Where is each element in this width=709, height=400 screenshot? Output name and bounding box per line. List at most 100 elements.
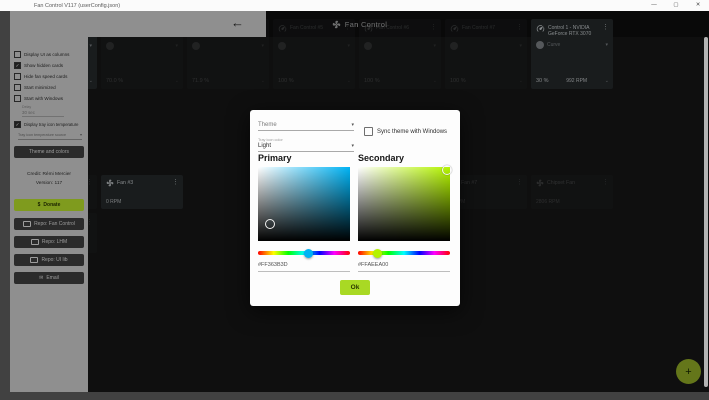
delay-value[interactable]: 30 sec — [22, 109, 64, 117]
option-hide-fan-speed-cards[interactable]: Hide fan speed cards — [10, 71, 88, 82]
button-label: Theme and colors — [28, 149, 70, 155]
button-label: Repo: Fan Control — [34, 221, 75, 227]
option-show-hidden-cards[interactable]: ✓ Show hidden cards — [10, 60, 88, 71]
card-title: Control 1 - NVIDIA GeForce RTX 3070 — [548, 25, 592, 38]
repo-lhm-button[interactable]: Repo: LHM — [14, 236, 84, 248]
option-label: Display tray icon temperature — [24, 122, 79, 127]
mode-select[interactable]: Curve — [547, 42, 602, 48]
checkbox[interactable] — [14, 73, 21, 80]
expand-icon[interactable]: ⌄ — [261, 78, 265, 84]
percent-value: 100 % — [364, 78, 380, 84]
kebab-menu-icon[interactable]: ⋮ — [172, 179, 179, 187]
theme-select[interactable]: Theme ▾ — [258, 122, 354, 131]
kebab-menu-icon[interactable]: ⋮ — [430, 24, 437, 32]
toggle-circle[interactable] — [364, 42, 372, 50]
donate-button[interactable]: $ Donate — [14, 199, 84, 211]
chevron-down-icon: ▾ — [79, 132, 82, 137]
percent-value: 30 % — [536, 78, 549, 84]
theme-and-colors-button[interactable]: Theme and colors — [14, 146, 84, 158]
toggle-circle[interactable] — [192, 42, 200, 50]
envelope-icon: ✉ — [39, 275, 44, 281]
toggle-circle[interactable] — [536, 40, 544, 49]
add-fab-button[interactable]: + — [676, 359, 701, 384]
secondary-hue-slider[interactable] — [358, 248, 450, 258]
button-label: Repo: UI lib — [41, 257, 68, 263]
kebab-menu-icon[interactable]: ⋮ — [602, 179, 609, 187]
kebab-menu-icon[interactable]: ⋮ — [516, 179, 523, 187]
card-title: Fan Control #7 — [462, 25, 496, 31]
monitor-icon — [30, 257, 39, 263]
minimize-button[interactable]: — — [643, 0, 665, 11]
option-display-ui-columns[interactable]: Display UI as columns — [10, 49, 88, 60]
fan-card-hidden[interactable]: Chipset Fan ⋮ 2806 RPM — [531, 175, 613, 209]
expand-icon[interactable]: ⌄ — [519, 78, 523, 84]
chevron-down-icon: ▾ — [89, 43, 92, 49]
button-label: Email — [46, 275, 59, 281]
expand-icon[interactable]: ⌄ — [433, 78, 437, 84]
maximize-button[interactable]: ▢ — [665, 0, 687, 11]
kebab-menu-icon[interactable]: ⋮ — [344, 24, 351, 32]
tray-icon-color-select[interactable]: Light ▾ — [258, 143, 354, 152]
delay-select[interactable]: Delay 30 sec — [22, 105, 80, 117]
checkbox-checked[interactable]: ✓ — [14, 121, 21, 128]
settings-panel-header: ← — [10, 11, 266, 37]
checkbox-checked[interactable]: ✓ — [14, 62, 21, 69]
repo-ui-lib-button[interactable]: Repo: UI lib — [14, 254, 84, 266]
option-start-with-windows[interactable]: Start with Windows — [10, 93, 88, 104]
gauge-icon — [536, 24, 545, 33]
control-card-hidden[interactable]: Fan Control #7 ⋮ ▾ 100 % ⌄ — [445, 19, 527, 89]
secondary-hue-thumb[interactable] — [372, 248, 382, 258]
option-label: Show hidden cards — [24, 63, 64, 68]
checkbox[interactable] — [14, 51, 21, 58]
tray-source-label: Tray icon temperature source — [18, 132, 67, 137]
secondary-hex-input[interactable]: #FFAEEA00 — [358, 262, 450, 272]
control-card-hidden[interactable]: Fan Control #5 ⋮ ▾ 100 % ⌄ — [273, 19, 355, 89]
toggle-circle[interactable] — [106, 42, 114, 50]
primary-hue-slider[interactable] — [258, 248, 350, 258]
expand-icon[interactable]: ⌄ — [347, 78, 351, 84]
option-start-minimized[interactable]: Start minimized — [10, 82, 88, 93]
control-card-hidden[interactable]: Fan Control #6 ⋮ ▾ 100 % ⌄ — [359, 19, 441, 89]
repo-fan-control-button[interactable]: Repo: Fan Control — [14, 218, 84, 230]
secondary-sv-square[interactable] — [358, 164, 453, 241]
email-button[interactable]: ✉ Email — [14, 272, 84, 284]
checkbox[interactable] — [364, 127, 373, 136]
card-title: Fan #7 — [461, 179, 478, 186]
primary-hue-thumb[interactable] — [304, 248, 314, 258]
expand-icon[interactable]: ⌄ — [605, 78, 609, 84]
ok-button[interactable]: Ok — [340, 280, 370, 295]
primary-color-cursor[interactable] — [264, 218, 275, 229]
gpu-control-card[interactable]: Control 1 - NVIDIA GeForce RTX 3070 ⋮ Cu… — [531, 19, 613, 89]
toggle-circle[interactable] — [450, 42, 458, 50]
primary-sv-square[interactable] — [258, 167, 350, 241]
fan-card[interactable]: Fan #3 ⋮ 0 RPM — [101, 175, 183, 209]
card-title: Fan #3 — [117, 179, 134, 186]
kebab-menu-icon[interactable]: ⋮ — [516, 24, 523, 32]
option-label: Start with Windows — [24, 96, 64, 101]
vertical-scrollbar[interactable] — [704, 37, 708, 387]
primary-hex-input[interactable]: #FF363B3D — [258, 262, 350, 272]
checkbox[interactable] — [14, 84, 21, 91]
back-arrow-icon[interactable]: ← — [231, 15, 244, 31]
checkbox[interactable] — [14, 95, 21, 102]
sync-theme-checkbox[interactable]: Sync theme with Windows — [364, 127, 447, 136]
tray-icon-color-label: Tray icon color — [258, 138, 283, 142]
option-tray-icon-temperature[interactable]: ✓ Display tray icon temperature — [10, 119, 88, 130]
chevron-down-icon: ▾ — [433, 43, 436, 49]
gauge-icon — [450, 24, 459, 33]
tray-temperature-source-select[interactable]: Tray icon temperature source ▾ — [18, 132, 82, 140]
option-label: Hide fan speed cards — [24, 74, 68, 79]
gauge-icon — [364, 24, 373, 33]
expand-icon[interactable]: ⌄ — [175, 78, 179, 84]
close-button[interactable]: ✕ — [687, 0, 709, 11]
chevron-down-icon: ▾ — [519, 43, 522, 49]
secondary-color-cursor[interactable] — [442, 164, 453, 175]
percent-value: 100 % — [450, 78, 466, 84]
primary-heading: Primary — [258, 153, 292, 163]
fan-icon — [106, 179, 114, 187]
percent-value: 71.9 % — [192, 78, 210, 84]
chevron-down-icon: ▾ — [605, 41, 608, 48]
toggle-circle[interactable] — [278, 42, 286, 50]
expand-icon[interactable]: ⌄ — [89, 78, 93, 84]
kebab-menu-icon[interactable]: ⋮ — [602, 24, 609, 32]
